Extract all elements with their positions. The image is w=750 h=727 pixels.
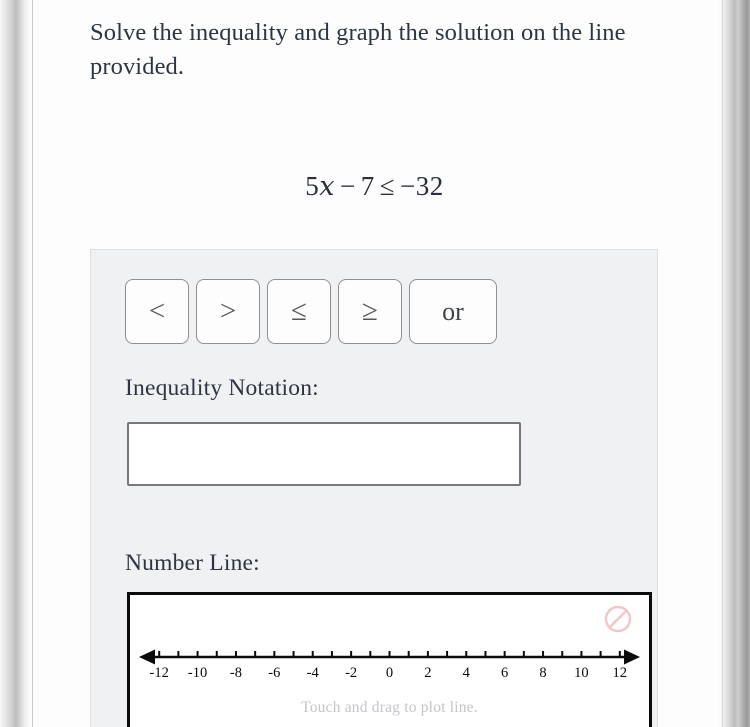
svg-text:2: 2 <box>424 665 431 681</box>
screenshot-root: Solve the inequality and graph the solut… <box>0 0 750 727</box>
prohibition-icon[interactable] <box>603 604 633 634</box>
svg-text:-12: -12 <box>150 665 169 681</box>
page-right-edge-rule <box>722 0 723 727</box>
svg-text:-4: -4 <box>307 665 320 681</box>
svg-text:10: 10 <box>574 665 589 681</box>
svg-text:6: 6 <box>501 665 508 681</box>
or-button[interactable]: or <box>409 279 497 344</box>
equation-constant: 7 <box>360 171 375 201</box>
svg-text:-6: -6 <box>268 665 280 681</box>
inequality-notation-input[interactable] <box>127 422 521 486</box>
symbol-keypad: < > ≤ ≥ or <box>125 279 497 344</box>
equation-variable: x <box>319 171 335 202</box>
equation-coefficient: 5 <box>305 171 320 201</box>
number-line-hint: Touch and drag to plot line. <box>301 699 478 716</box>
inequality-notation-label: Inequality Notation: <box>125 375 319 401</box>
svg-text:-2: -2 <box>345 665 357 681</box>
equation-minus-operator: − <box>339 171 356 201</box>
svg-text:-8: -8 <box>230 665 242 681</box>
svg-text:8: 8 <box>539 665 546 681</box>
svg-text:-10: -10 <box>188 665 207 681</box>
number-line-canvas[interactable]: -12 -10 -8 -6 -4 -2 0 2 4 6 8 10 12 Touch and drag t… <box>127 592 652 727</box>
answer-panel: < > ≤ ≥ or Inequality Notation: Number L… <box>90 249 658 727</box>
less-than-button[interactable]: < <box>125 279 189 344</box>
svg-text:12: 12 <box>613 665 628 681</box>
equation-relation-operator: ≤ <box>379 171 396 201</box>
page-left-edge-shadow <box>0 0 33 727</box>
greater-than-button[interactable]: > <box>196 279 260 344</box>
inequality-expression: 5x −7 ≤ −32 <box>33 171 716 202</box>
number-line-axis: -12 -10 -8 -6 -4 -2 0 2 4 6 8 10 12 <box>139 649 640 681</box>
question-prompt: Solve the inequality and graph the solut… <box>90 19 626 80</box>
less-than-or-equal-button[interactable]: ≤ <box>267 279 331 344</box>
greater-than-or-equal-button[interactable]: ≥ <box>338 279 402 344</box>
equation-right-side: −32 <box>400 171 444 201</box>
number-line-label: Number Line: <box>125 550 260 576</box>
svg-text:0: 0 <box>386 665 393 681</box>
worksheet-page: Solve the inequality and graph the solut… <box>33 0 716 727</box>
svg-text:4: 4 <box>463 665 471 681</box>
